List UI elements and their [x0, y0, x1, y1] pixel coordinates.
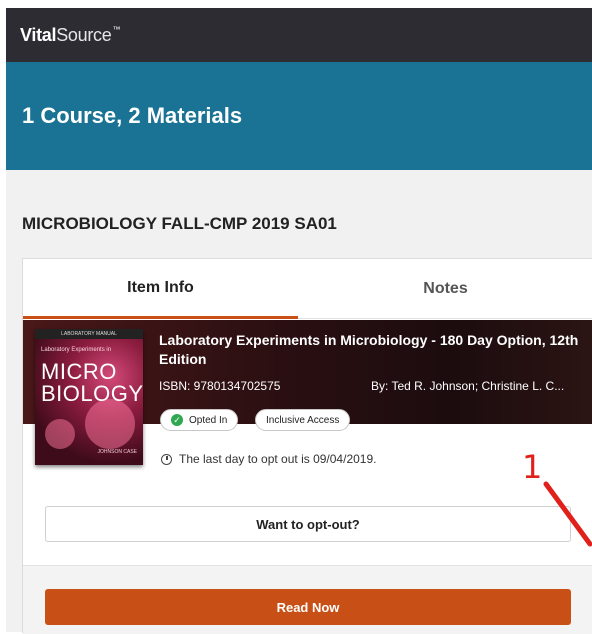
tab-notes[interactable]: Notes	[298, 259, 592, 319]
opt-out-deadline: The last day to opt out is 09/04/2019.	[161, 452, 376, 466]
deadline-text: The last day to opt out is 09/04/2019.	[179, 452, 377, 466]
vitalsource-logo[interactable]: VitalSource™	[20, 25, 120, 46]
top-navigation-bar: VitalSource™	[6, 8, 592, 62]
opt-out-button[interactable]: Want to opt-out?	[45, 506, 571, 542]
read-now-button[interactable]: Read Now	[45, 589, 571, 625]
check-circle-icon: ✓	[171, 414, 183, 426]
inclusive-access-badge: Inclusive Access	[255, 409, 351, 431]
book-title: Laboratory Experiments in Microbiology -…	[159, 332, 579, 367]
book-isbn: ISBN: 9780134702575	[159, 379, 281, 393]
course-title: MICROBIOLOGY FALL-CMP 2019 SA01	[22, 214, 337, 233]
clock-icon	[161, 453, 172, 465]
opted-in-badge: ✓ Opted In	[160, 409, 239, 431]
cover-decoration	[45, 419, 75, 449]
cover-subtitle: Laboratory Experiments in	[41, 347, 112, 353]
course-count-heading: 1 Course, 2 Materials	[22, 103, 243, 128]
opted-in-label: Opted In	[189, 414, 228, 426]
book-authors: By: Ted R. Johnson; Christine L. C...	[371, 379, 565, 393]
cover-authors: JOHNSON CASE	[97, 449, 137, 455]
tab-item-info[interactable]: Item Info	[23, 259, 298, 319]
book-cover-image[interactable]: LABORATORY MANUAL Laboratory Experiments…	[35, 329, 143, 465]
course-summary-banner: 1 Course, 2 Materials	[6, 62, 592, 170]
inclusive-access-label: Inclusive Access	[266, 414, 340, 426]
cover-title-line2: BIOLOGY	[41, 381, 143, 406]
cover-top-label: LABORATORY MANUAL	[35, 329, 143, 339]
material-card: Item Info Notes LABORATORY MANUAL Labora…	[22, 258, 592, 634]
annotation-arrow-icon	[543, 481, 592, 547]
material-tabs: Item Info Notes	[23, 259, 592, 319]
